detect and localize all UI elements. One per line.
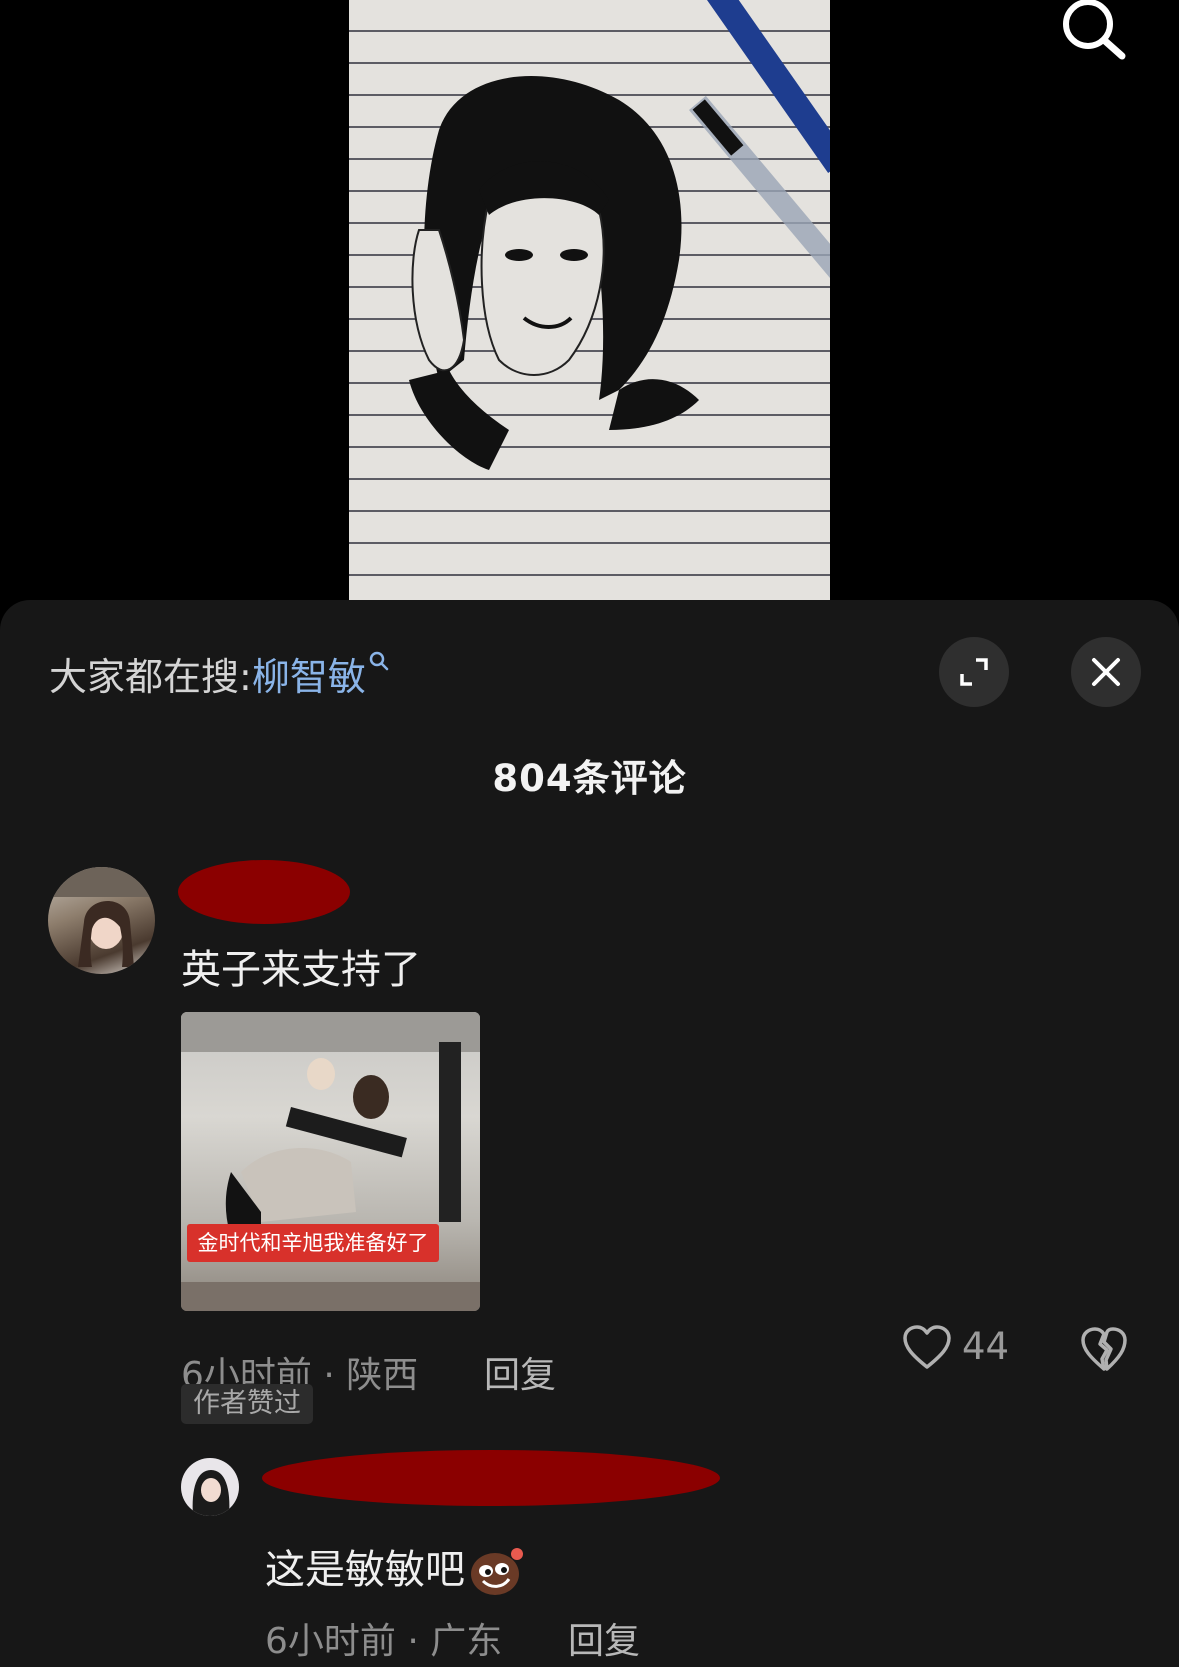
heart-icon bbox=[903, 1325, 951, 1369]
emoji-icon bbox=[471, 1548, 523, 1595]
like-button[interactable]: 44 bbox=[902, 1325, 1022, 1375]
comment-count: 804条评论 bbox=[492, 757, 687, 800]
hot-search-keyword[interactable]: 柳智敏 bbox=[252, 655, 366, 699]
reply-text-line: 这是敏敏吧 bbox=[265, 1537, 525, 1597]
expand-button[interactable] bbox=[939, 637, 1009, 707]
hot-search-prefix: 大家都在搜: bbox=[49, 655, 252, 699]
hot-search-link[interactable]: 大家都在搜:柳智敏 bbox=[49, 646, 390, 701]
search-button[interactable] bbox=[1058, 0, 1138, 68]
expand-icon bbox=[960, 658, 988, 686]
reply-reply-button[interactable]: 回复 bbox=[568, 1612, 640, 1664]
drawing-image bbox=[349, 0, 830, 600]
broken-heart-icon bbox=[1081, 1327, 1127, 1371]
avatar-image bbox=[48, 867, 155, 967]
redacted-reply-username bbox=[262, 1450, 720, 1506]
reply-avatar-image bbox=[192, 1470, 230, 1516]
reply-avatar[interactable] bbox=[181, 1458, 239, 1516]
comment-image[interactable]: 金时代和辛旭我准备好了 bbox=[181, 1012, 480, 1311]
sketch-illustration bbox=[409, 0, 830, 470]
avatar[interactable] bbox=[48, 867, 155, 974]
media-viewer[interactable] bbox=[0, 0, 1179, 600]
search-icon bbox=[1063, 0, 1126, 60]
reply-time-location: 6小时前 · 广东 bbox=[265, 1621, 503, 1662]
dislike-button[interactable] bbox=[1080, 1327, 1128, 1375]
redacted-username bbox=[178, 860, 350, 924]
image-caption: 金时代和辛旭我准备好了 bbox=[187, 1224, 439, 1262]
comment-image-scene bbox=[181, 1012, 480, 1311]
comments-panel: 大家都在搜:柳智敏 804条评论 英子来支持了 金时代和辛旭我准备好了 6小时前… bbox=[0, 600, 1179, 1667]
reply-button[interactable]: 回复 bbox=[484, 1346, 556, 1398]
search-small-icon bbox=[369, 651, 389, 671]
close-button[interactable] bbox=[1071, 637, 1141, 707]
close-icon bbox=[1092, 658, 1120, 686]
like-count: 44 bbox=[962, 1325, 1010, 1368]
comment-text: 英子来支持了 bbox=[181, 947, 421, 993]
author-liked-badge: 作者赞过 bbox=[181, 1384, 313, 1424]
reply-text: 这是敏敏吧 bbox=[265, 1547, 465, 1593]
